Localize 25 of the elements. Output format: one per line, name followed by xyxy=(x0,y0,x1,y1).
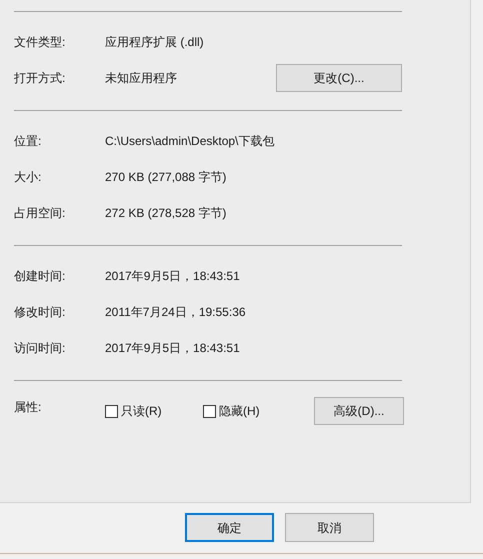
checkbox-label[interactable]: 只读(R) xyxy=(121,402,162,420)
attributes-label: 属性: xyxy=(14,399,42,416)
field-value: C:\Users\admin\Desktop\下载包 xyxy=(105,133,276,150)
field-value: 应用程序扩展 (.dll) xyxy=(105,34,205,51)
field-label: 位置: xyxy=(14,133,42,150)
advanced-button[interactable]: 高级(D)... xyxy=(314,397,404,425)
field-value: 未知应用程序 xyxy=(105,70,178,87)
field-value: 272 KB (278,528 字节) xyxy=(105,205,228,222)
field-label: 修改时间: xyxy=(14,304,66,321)
ok-button[interactable]: 确定 xyxy=(185,513,274,542)
field-value: 270 KB (277,088 字节) xyxy=(105,169,228,186)
field-label: 创建时间: xyxy=(14,268,66,285)
field-value: 2017年9月5日，18:43:51 xyxy=(105,268,241,285)
field-label: 打开方式: xyxy=(14,70,66,87)
field-label: 大小: xyxy=(14,169,42,186)
field-value: 2017年9月5日，18:43:51 xyxy=(105,340,241,357)
field-label: 占用空间: xyxy=(14,205,66,222)
checkbox[interactable] xyxy=(105,404,118,418)
field-label: 文件类型: xyxy=(14,34,66,51)
checkbox-label[interactable]: 隐藏(H) xyxy=(219,402,260,420)
field-label: 访问时间: xyxy=(14,340,66,357)
cancel-button[interactable]: 取消 xyxy=(285,513,374,542)
checkbox[interactable] xyxy=(203,404,216,418)
change-button[interactable]: 更改(C)... xyxy=(276,64,402,92)
field-value: 2011年7月24日，19:55:36 xyxy=(105,304,247,321)
